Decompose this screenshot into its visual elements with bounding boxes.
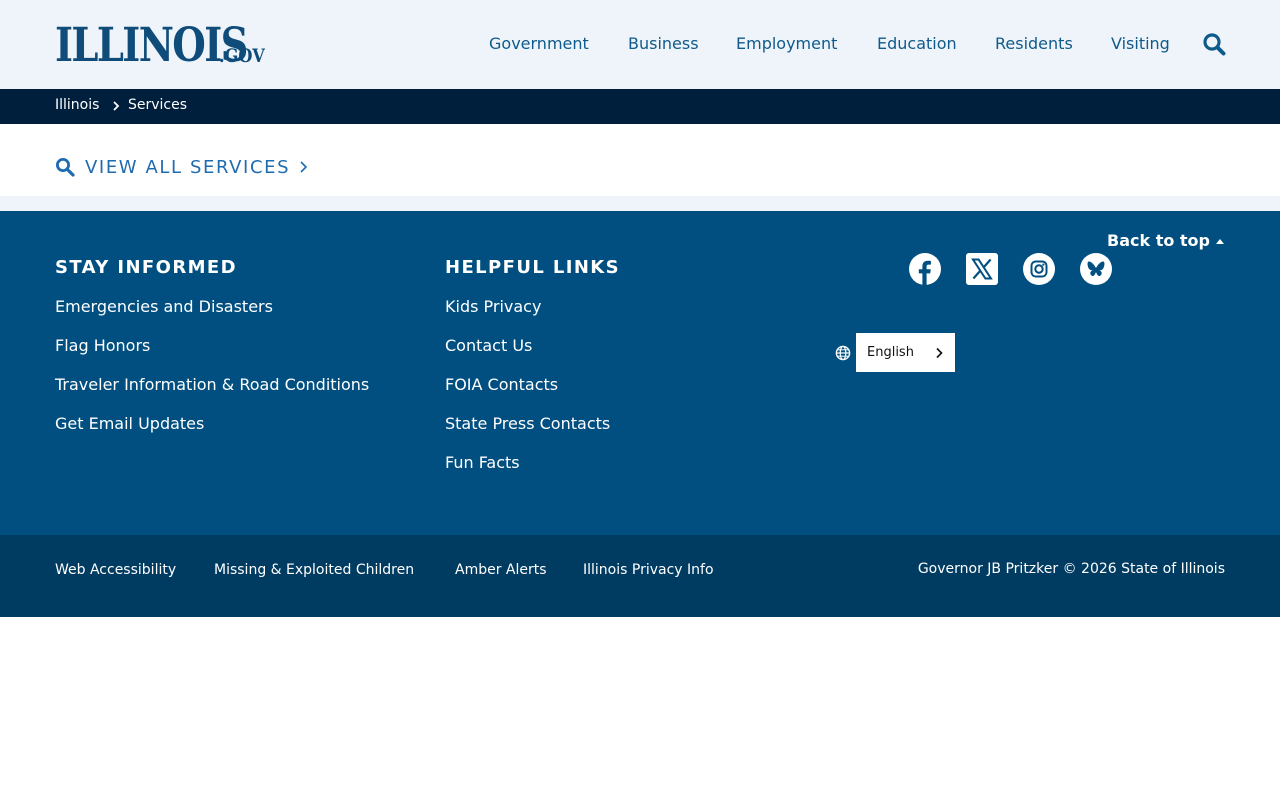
logo-suffix: .GOV xyxy=(219,45,265,67)
site-header: ILLINOIS .GOV Government Business Employ… xyxy=(0,0,1280,89)
language-selected: English xyxy=(867,345,914,360)
services-band: VIEW ALL SERVICES xyxy=(0,124,1280,196)
nav-employment[interactable]: Employment xyxy=(736,33,837,55)
chevron-right-icon xyxy=(113,101,120,111)
breadcrumb-services: Services xyxy=(128,97,188,113)
footer-link-kids-privacy[interactable]: Kids Privacy xyxy=(445,297,541,316)
stay-informed-heading: STAY INFORMED xyxy=(55,257,237,278)
instagram-link[interactable] xyxy=(1023,253,1055,285)
bluesky-link[interactable] xyxy=(1080,253,1112,285)
bottom-link-amber-alerts[interactable]: Amber Alerts xyxy=(455,561,547,579)
nav-business[interactable]: Business xyxy=(628,33,699,55)
x-twitter-link[interactable] xyxy=(966,253,998,285)
breadcrumb-illinois[interactable]: Illinois xyxy=(55,96,99,114)
chevron-right-icon xyxy=(936,347,943,358)
search-button[interactable] xyxy=(1202,32,1226,56)
footer-link-foia-contacts[interactable]: FOIA Contacts xyxy=(445,375,558,394)
nav-education[interactable]: Education xyxy=(877,33,957,55)
stay-informed-list: Emergencies and Disasters Flag Honors Tr… xyxy=(55,297,369,453)
footer-link-contact-us[interactable]: Contact Us xyxy=(445,336,532,355)
globe-icon xyxy=(835,345,851,360)
section-divider xyxy=(0,196,1280,211)
site-footer: Back to top STAY INFORMED Emergencies an… xyxy=(0,211,1280,535)
copyright-text: Governor JB Pritzker © 2026 State of Ill… xyxy=(917,561,1225,577)
footer-link-emergencies[interactable]: Emergencies and Disasters xyxy=(55,297,273,316)
nav-government[interactable]: Government xyxy=(489,33,589,55)
footer-bottom-bar: Web Accessibility Missing & Exploited Ch… xyxy=(0,535,1280,617)
helpful-links-heading: HELPFUL LINKS xyxy=(445,257,621,278)
language-dropdown[interactable]: English xyxy=(856,333,955,372)
breadcrumb: Illinois Services xyxy=(0,89,1280,124)
bottom-link-missing-children[interactable]: Missing & Exploited Children xyxy=(214,561,414,579)
caret-up-icon xyxy=(1216,238,1224,244)
illinois-gov-logo[interactable]: ILLINOIS .GOV xyxy=(55,17,289,71)
view-all-services-label: VIEW ALL SERVICES xyxy=(85,156,291,178)
facebook-icon xyxy=(909,253,941,285)
nav-residents[interactable]: Residents xyxy=(995,33,1073,55)
bottom-link-web-accessibility[interactable]: Web Accessibility xyxy=(55,561,176,579)
search-icon xyxy=(56,158,75,177)
footer-link-fun-facts[interactable]: Fun Facts xyxy=(445,453,520,472)
instagram-icon xyxy=(1023,253,1055,285)
footer-link-email-updates[interactable]: Get Email Updates xyxy=(55,414,204,433)
facebook-link[interactable] xyxy=(909,253,941,285)
helpful-links-list: Kids Privacy Contact Us FOIA Contacts St… xyxy=(445,297,610,492)
search-icon xyxy=(1203,33,1226,56)
back-to-top-label: Back to top xyxy=(1107,231,1210,250)
footer-link-press-contacts[interactable]: State Press Contacts xyxy=(445,414,610,433)
footer-link-flag-honors[interactable]: Flag Honors xyxy=(55,336,150,355)
back-to-top-link[interactable]: Back to top xyxy=(1107,231,1225,250)
nav-visiting[interactable]: Visiting xyxy=(1111,33,1170,55)
bluesky-icon xyxy=(1080,253,1112,285)
x-twitter-icon xyxy=(966,253,998,285)
bottom-link-privacy-info[interactable]: Illinois Privacy Info xyxy=(583,561,714,579)
footer-link-traveler-info[interactable]: Traveler Information & Road Conditions xyxy=(55,375,369,394)
view-all-services-link[interactable]: VIEW ALL SERVICES xyxy=(55,155,308,179)
chevron-right-icon xyxy=(300,161,308,173)
language-selector: English xyxy=(835,333,955,372)
